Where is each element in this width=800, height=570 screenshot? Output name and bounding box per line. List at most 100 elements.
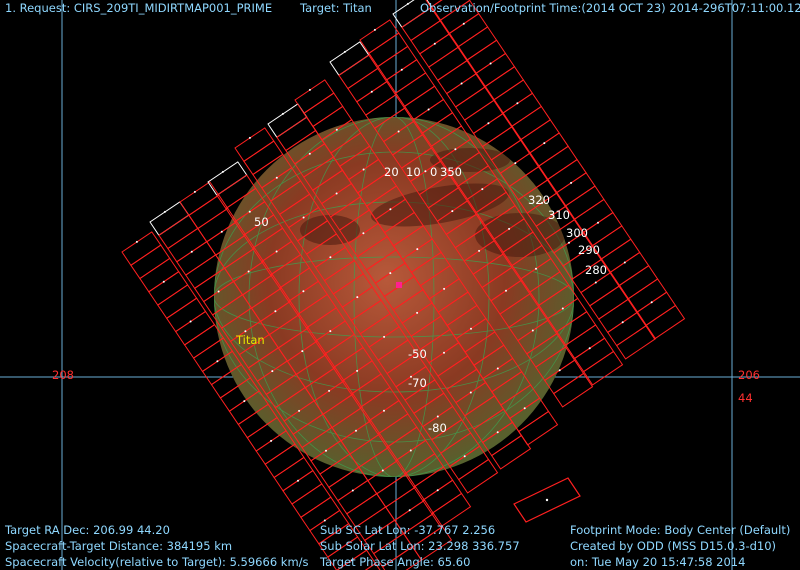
footprint-center-dot — [460, 82, 463, 85]
footprint-center-dot — [594, 281, 597, 284]
footprint-center-dot — [496, 431, 499, 434]
footprint-center-dot — [451, 210, 454, 213]
footprint-center-dot — [416, 311, 419, 314]
footprint-mode: Footprint Mode: Body Center (Default) — [570, 523, 791, 537]
footprint-center-dot — [496, 367, 499, 370]
footprint-center-dot — [462, 22, 465, 25]
footprint-center-dot — [409, 449, 412, 452]
footprint-center-dot — [297, 479, 299, 482]
footprint-center-dot — [433, 42, 436, 45]
footprint-center-dot — [302, 216, 305, 219]
footprint-center-dot — [190, 250, 193, 253]
footprint-center-dot — [523, 407, 526, 410]
footprint-center-dot — [335, 192, 338, 195]
footprint-center-dot — [302, 290, 305, 293]
lon-label-310: 310 — [548, 208, 570, 222]
footprint-center-dot — [568, 241, 570, 244]
footprint-plot[interactable] — [0, 0, 800, 570]
footprint-center-dot — [355, 429, 357, 432]
footprint-center-dot — [383, 409, 385, 412]
footprint-box[interactable] — [458, 458, 499, 494]
lat-label-80: -80 — [428, 421, 447, 435]
footprint-box[interactable] — [431, 492, 472, 528]
lat-label-70: -70 — [408, 376, 427, 390]
boresight-marker — [396, 282, 402, 288]
spacecraft-distance: Spacecraft-Target Distance: 384195 km — [5, 539, 233, 553]
footprint-viewer: 1. Request: CIRS_209TI_MIDIRTMAP001_PRIM… — [0, 0, 800, 570]
footprint-center-dot — [248, 210, 251, 213]
footprint-center-dot — [489, 62, 492, 65]
footprint-center-dot — [248, 136, 251, 139]
footprint-center-dot — [162, 280, 165, 283]
lat-label-50: -50 — [408, 347, 427, 361]
footprint-center-dot — [362, 168, 365, 171]
lon-label-290: 290 — [578, 243, 600, 257]
footprint-center-dot — [335, 128, 338, 131]
footprint-center-dot — [362, 232, 365, 235]
isolated-footprint[interactable] — [513, 477, 581, 523]
lon-label-350: 350 — [440, 165, 462, 179]
footprint-center-dot — [373, 28, 376, 31]
footprint-center-dot — [351, 489, 354, 492]
lon-label-20: 20 — [384, 165, 399, 179]
footprint-center-dot — [247, 270, 250, 273]
footprint-center-dot — [570, 181, 573, 184]
footprint-box[interactable] — [616, 324, 657, 360]
ra-right-label: 206 — [738, 368, 760, 382]
dec-right-label: 44 — [738, 391, 753, 405]
footprint-center-dot — [623, 261, 626, 264]
footprint-center-dot — [454, 148, 457, 151]
footprint-center-dot — [275, 176, 278, 179]
footprint-center-dot — [381, 469, 384, 472]
footprint-center-dot — [135, 240, 138, 243]
footprint-center-dot — [436, 415, 439, 418]
footprint-center-dot — [400, 68, 403, 71]
footprint-center-dot — [343, 50, 346, 53]
footprint-center-dot — [298, 409, 301, 412]
observation-time-label: Observation/Footprint Time:(2014 OCT 23)… — [420, 1, 800, 15]
created-on: on: Tue May 20 15:47:58 2014 — [570, 555, 746, 569]
footprint-center-dot — [163, 210, 166, 213]
footprint-center-dot — [221, 170, 224, 173]
lon-label-10: 10 — [406, 165, 421, 179]
footprint-center-dot — [531, 329, 534, 332]
footprint-center-dot — [389, 272, 392, 275]
target-label: Target: Titan — [300, 1, 372, 15]
footprint-box[interactable] — [645, 304, 686, 340]
footprint-center-dot — [505, 289, 507, 292]
footprint-center-dot — [478, 249, 481, 252]
lon-label-280: 280 — [585, 263, 607, 277]
footprint-center-dot — [216, 360, 219, 363]
footprint-box[interactable] — [583, 350, 624, 386]
lon-label-320: 320 — [528, 193, 550, 207]
footprint-center-dot — [443, 287, 446, 290]
footprint-center-dot — [193, 190, 196, 193]
footprint-center-dot — [243, 400, 246, 403]
footprint-center-dot — [436, 489, 439, 492]
footprint-center-dot — [597, 221, 599, 224]
footprint-center-dot — [325, 449, 327, 452]
footprint-center-dot — [516, 102, 519, 105]
target-ra-dec: Target RA Dec: 206.99 44.20 — [5, 523, 170, 537]
footprint-center-dot — [558, 369, 561, 372]
footprint-center-dot — [535, 267, 537, 270]
sub-solar-lat-lon: Sub Solar Lat Lon: 23.298 336.757 — [320, 539, 520, 553]
footprint-center-dot — [270, 439, 273, 442]
footprint-center-dot — [308, 152, 311, 155]
lon-label-50: 50 — [254, 215, 269, 229]
footprint-center-dot — [427, 108, 430, 111]
footprint-center-dot — [406, 2, 409, 5]
footprint-center-dot — [514, 162, 517, 165]
footprint-center-dot — [301, 350, 304, 353]
footprint-center-dot — [588, 347, 591, 350]
footprint-center-dot — [217, 290, 220, 293]
footprint-center-dot — [543, 142, 546, 145]
footprint-center-dot — [416, 248, 419, 251]
footprint-center-dot — [389, 208, 392, 211]
lon-label-300: 300 — [566, 226, 588, 240]
target-phase-angle: Target Phase Angle: 65.60 — [320, 555, 471, 569]
footprint-center-dot — [323, 519, 326, 522]
sub-sc-lat-lon: Sub SC Lat Lon: -37.767 2.256 — [320, 523, 496, 537]
spacecraft-velocity: Spacecraft Velocity(relative to Target):… — [5, 555, 309, 569]
footprint-box[interactable] — [553, 372, 594, 408]
